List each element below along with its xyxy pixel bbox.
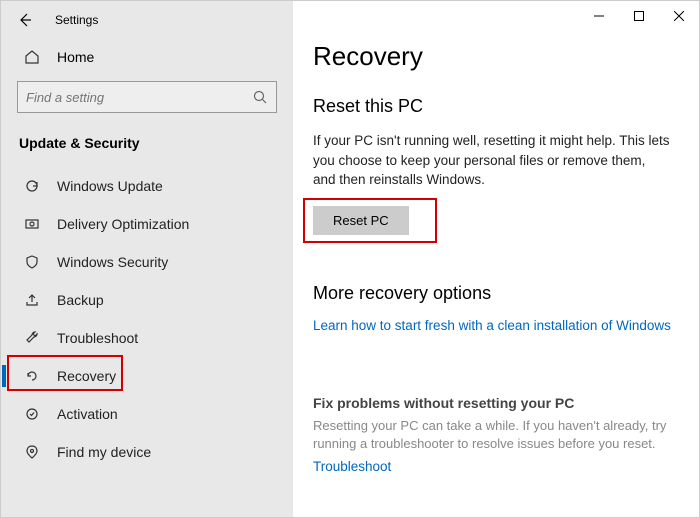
sidebar-item-label: Windows Update	[57, 178, 163, 194]
more-options-title: More recovery options	[313, 283, 671, 304]
fresh-start-link[interactable]: Learn how to start fresh with a clean in…	[313, 318, 671, 333]
search-icon	[252, 89, 268, 105]
back-button[interactable]	[13, 8, 37, 32]
sidebar-item-delivery-optimization[interactable]: Delivery Optimization	[1, 205, 293, 243]
fix-problems-body: Resetting your PC can take a while. If y…	[313, 417, 671, 453]
recovery-icon	[23, 368, 41, 384]
sidebar-item-label: Troubleshoot	[57, 330, 138, 346]
sidebar-item-windows-update[interactable]: Windows Update	[1, 167, 293, 205]
sidebar-item-troubleshoot[interactable]: Troubleshoot	[1, 319, 293, 357]
search-input-wrap[interactable]	[17, 81, 277, 113]
shield-icon	[23, 254, 41, 270]
maximize-button[interactable]	[619, 1, 659, 31]
sidebar-item-label: Backup	[57, 292, 104, 308]
sidebar-section-head: Update & Security	[1, 121, 293, 167]
sidebar-item-backup[interactable]: Backup	[1, 281, 293, 319]
home-icon	[23, 49, 41, 65]
reset-pc-button[interactable]: Reset PC	[313, 206, 409, 235]
sidebar-item-label: Windows Security	[57, 254, 168, 270]
fix-problems-title: Fix problems without resetting your PC	[313, 395, 671, 411]
sidebar-item-label: Recovery	[57, 368, 116, 384]
reset-section-body: If your PC isn't running well, resetting…	[313, 131, 671, 190]
sidebar-item-label: Find my device	[57, 444, 151, 460]
troubleshoot-link[interactable]: Troubleshoot	[313, 459, 671, 474]
close-button[interactable]	[659, 1, 699, 31]
window-title: Settings	[55, 13, 98, 27]
location-icon	[23, 444, 41, 460]
backup-icon	[23, 292, 41, 308]
delivery-icon	[23, 216, 41, 232]
activation-icon	[23, 406, 41, 422]
search-input[interactable]	[26, 90, 252, 105]
sync-icon	[23, 178, 41, 194]
sidebar-item-windows-security[interactable]: Windows Security	[1, 243, 293, 281]
minimize-button[interactable]	[579, 1, 619, 31]
sidebar-item-recovery[interactable]: Recovery	[1, 357, 293, 395]
reset-section-title: Reset this PC	[313, 96, 671, 117]
sidebar-item-home[interactable]: Home	[1, 39, 293, 75]
sidebar-item-activation[interactable]: Activation	[1, 395, 293, 433]
wrench-icon	[23, 330, 41, 346]
sidebar-item-find-my-device[interactable]: Find my device	[1, 433, 293, 471]
sidebar-item-label: Activation	[57, 406, 118, 422]
page-title: Recovery	[313, 41, 671, 72]
home-label: Home	[57, 49, 94, 65]
sidebar-item-label: Delivery Optimization	[57, 216, 189, 232]
